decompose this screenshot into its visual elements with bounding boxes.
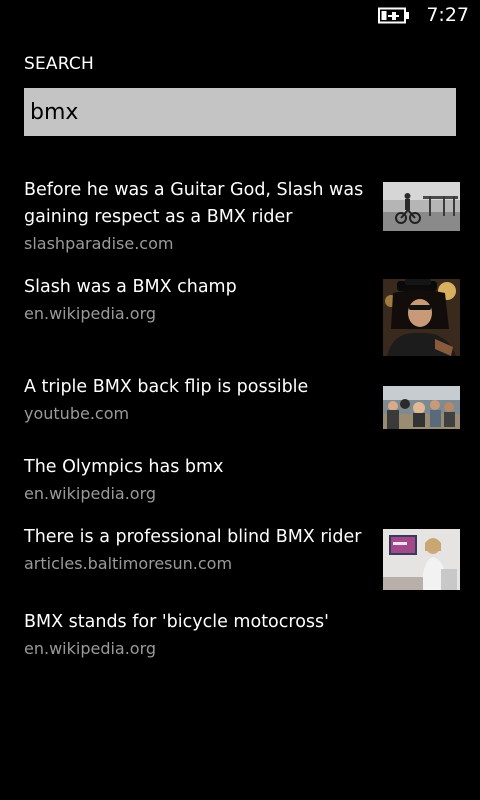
result-source: en.wikipedia.org <box>24 484 157 503</box>
result-thumbnail[interactable] <box>383 182 460 231</box>
search-result[interactable]: Slash was a BMX champ en.wikipedia.org <box>24 274 460 356</box>
page-title: SEARCH <box>24 54 94 74</box>
result-source: slashparadise.com <box>24 234 174 253</box>
result-title[interactable]: Before he was a Guitar God, Slash was ga… <box>24 177 374 231</box>
clock: 7:27 <box>426 4 469 26</box>
result-thumbnail[interactable] <box>383 279 460 356</box>
result-title[interactable]: There is a professional blind BMX rider <box>24 524 374 551</box>
search-input[interactable] <box>30 88 450 136</box>
search-result[interactable]: There is a professional blind BMX rider … <box>24 524 460 590</box>
search-result[interactable]: Before he was a Guitar God, Slash was ga… <box>24 177 460 257</box>
result-title[interactable]: A triple BMX back flip is possible <box>24 374 374 401</box>
search-result[interactable]: A triple BMX back flip is possible youtu… <box>24 374 460 429</box>
search-box[interactable] <box>24 88 456 136</box>
result-source: en.wikipedia.org <box>24 639 157 658</box>
result-title[interactable]: BMX stands for 'bicycle motocross' <box>24 609 374 636</box>
result-thumbnail[interactable] <box>383 386 460 429</box>
battery-charging-icon <box>378 7 410 24</box>
result-title[interactable]: Slash was a BMX champ <box>24 274 374 301</box>
search-result[interactable]: BMX stands for 'bicycle motocross' en.wi… <box>24 609 460 662</box>
result-title[interactable]: The Olympics has bmx <box>24 454 374 481</box>
search-result[interactable]: The Olympics has bmx en.wikipedia.org <box>24 454 460 507</box>
result-thumbnail[interactable] <box>383 529 460 590</box>
status-bar: 7:27 <box>0 0 480 32</box>
